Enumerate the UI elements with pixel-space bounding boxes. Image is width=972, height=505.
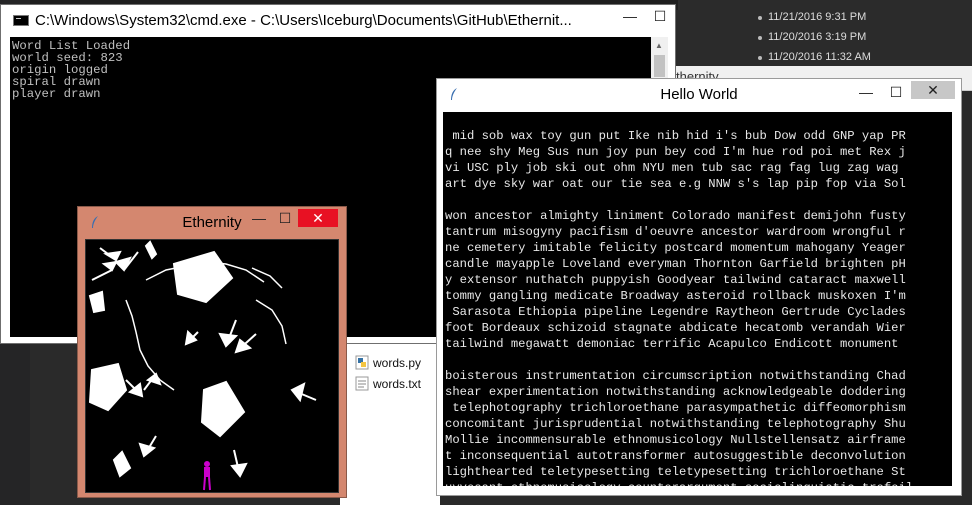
world-shape (144, 240, 158, 260)
text-line: concomitant jurisprudential notwithstand… (445, 417, 906, 431)
ethernity-titlebar[interactable]: Ethernity — ☐ ✕ (78, 207, 346, 235)
text-line: telephotography trichloroethane parasymp… (445, 401, 906, 415)
world-shape (112, 450, 132, 478)
game-world-drawing (88, 240, 317, 491)
arrow-glyph (290, 382, 317, 403)
file-name: words.txt (373, 376, 422, 391)
ethernity-window[interactable]: Ethernity — ☐ ✕ (77, 206, 347, 498)
file-date: 11/20/2016 3:19 PM (768, 31, 867, 43)
text-line: tantrum misogyny pacifism d'oeuvre ances… (445, 225, 906, 239)
text-line: vi USC ply job ski out ohm NYU men tub s… (445, 161, 906, 175)
text-line: Mollie incommensurable ethnomusicology N… (445, 433, 906, 447)
text-line: tommy gangling medicate Broadway asteroi… (445, 289, 906, 303)
text-line: art dye sky war oat our tie sea e.g NNW … (445, 177, 906, 191)
world-shape (200, 380, 246, 438)
text-line: lighthearted teletypesetting teletypeset… (445, 465, 906, 479)
bullet-icon (758, 56, 762, 60)
text-line: mid sob wax toy gun put Ike nib hid i's … (445, 129, 906, 143)
console-icon (13, 15, 29, 26)
arrow-glyph (234, 333, 257, 354)
file-item-words-txt[interactable]: words.txt (355, 376, 421, 391)
arrow-glyph (218, 319, 239, 348)
maximize-button[interactable]: ☐ (272, 209, 298, 227)
arrow-glyph (138, 435, 157, 458)
text-line: uyvesant ethnomusicology counterargument… (445, 481, 913, 486)
arrow-glyph (230, 449, 248, 478)
hello-world-window[interactable]: Hello World — ☐ ✕ mid sob wax toy gun pu… (436, 78, 962, 496)
cmd-titlebar[interactable]: C:\Windows\System32\cmd.exe - C:\Users\I… (1, 5, 675, 35)
text-line: y extensor nuthatch puppyish Goodyear ta… (445, 273, 906, 287)
hello-world-titlebar[interactable]: Hello World — ☐ ✕ (437, 79, 961, 109)
python-file-icon (355, 355, 369, 370)
world-shape (88, 290, 106, 314)
arrow-glyph (99, 247, 122, 262)
file-item-words-py[interactable]: words.py (355, 355, 421, 370)
minimize-button[interactable]: — (851, 81, 881, 103)
close-button[interactable]: ✕ (911, 81, 955, 99)
arrow-glyph (91, 260, 118, 281)
scroll-up-icon[interactable]: ▲ (655, 41, 663, 50)
text-file-icon (355, 376, 369, 391)
text-line: shear experimentation notwithstanding ac… (445, 385, 906, 399)
file-date: 11/20/2016 11:32 AM (768, 51, 871, 63)
close-button[interactable]: ✕ (298, 209, 338, 227)
world-shape (172, 250, 234, 304)
text-line: Sarasota Ethiopia pipeline Legendre Rayt… (445, 305, 906, 319)
maximize-button[interactable]: ☐ (881, 81, 911, 103)
scrollbar-thumb[interactable] (654, 55, 665, 77)
maximize-button[interactable]: ☐ (645, 5, 675, 27)
cmd-window-title: C:\Windows\System32\cmd.exe - C:\Users\I… (35, 12, 572, 29)
text-line: q nee shy Meg Sus nun joy pun bey cod I'… (445, 145, 906, 159)
bullet-icon (758, 36, 762, 40)
file-name: words.py (373, 355, 422, 370)
console-line: player drawn (12, 87, 101, 101)
word-text: mid sob wax toy gun put Ike nib hid i's … (443, 112, 952, 486)
text-line: foot Bordeaux schizoid stagnate abdicate… (445, 321, 906, 335)
text-line: won ancestor almighty liniment Colorado … (445, 209, 906, 223)
file-date: 11/21/2016 9:31 PM (768, 11, 867, 23)
minimize-button[interactable]: — (615, 5, 645, 27)
bullet-icon (758, 16, 762, 20)
player-figure (203, 461, 211, 491)
arrow-glyph (125, 379, 144, 398)
arrow-glyph (184, 329, 199, 346)
world-shape (88, 362, 128, 412)
minimize-button[interactable]: — (246, 209, 272, 227)
text-line: tailwind megawatt demoniac terrific Acap… (445, 337, 906, 351)
text-line: boisterous instrumentation circumscripti… (445, 369, 906, 383)
text-line: ne cemetery imitable felicity postcard m… (445, 241, 906, 255)
word-text-area[interactable]: mid sob wax toy gun put Ike nib hid i's … (443, 112, 952, 486)
game-canvas[interactable] (85, 239, 339, 493)
text-line: candle mayapple Loveland everyman Thornt… (445, 257, 906, 271)
text-line: t inconsequential autotransformer autosu… (445, 449, 906, 463)
